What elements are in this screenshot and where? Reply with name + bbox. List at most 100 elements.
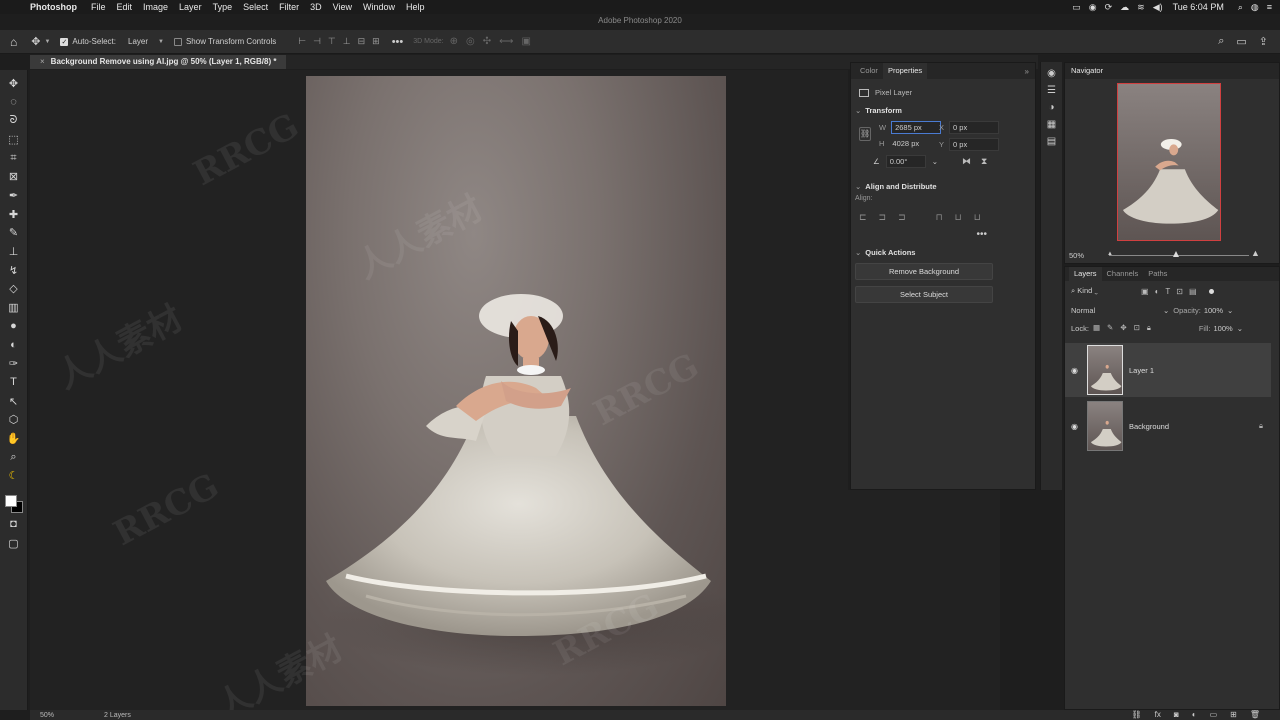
shape-tool-icon[interactable]: ⬡: [4, 410, 24, 429]
align-right-icon[interactable]: ⊤: [328, 36, 336, 47]
transform-section-header[interactable]: ⌄ Transform: [851, 106, 1035, 115]
select-subject-button[interactable]: Select Subject: [855, 286, 993, 303]
align-bottom-edges-icon[interactable]: ⊔: [974, 212, 981, 223]
menu-view[interactable]: View: [333, 2, 352, 12]
properties-panel-icon[interactable]: ☰: [1047, 85, 1056, 96]
canvas-area[interactable]: RRCG 人人素材 人人素材 RRCG RRCG RRCG 人人素材: [30, 70, 1000, 720]
lasso-tool-icon[interactable]: ᘐ: [4, 111, 24, 130]
brush-tool-icon[interactable]: ✎: [4, 224, 24, 243]
roll-3d-icon[interactable]: ◎: [466, 36, 475, 47]
workspace-icon[interactable]: ▭: [1236, 35, 1246, 48]
flip-vertical-icon[interactable]: ⧗: [981, 156, 987, 167]
type-tool-icon[interactable]: T: [4, 373, 24, 392]
document-tab[interactable]: × Background Remove using AI.jpg @ 50% (L…: [30, 55, 287, 69]
dodge-tool-icon[interactable]: ◐: [4, 336, 24, 355]
sync-icon[interactable]: ⟳: [1105, 2, 1113, 13]
auto-select-checkbox[interactable]: ✓: [60, 37, 69, 46]
blend-mode-select[interactable]: Normal: [1071, 306, 1163, 315]
zoom-in-icon[interactable]: ▲: [1251, 248, 1260, 258]
navigator-zoom-value[interactable]: 50%: [1069, 251, 1084, 260]
quick-actions-section-header[interactable]: ⌄ Quick Actions: [851, 248, 1035, 257]
link-layers-icon[interactable]: ⛓: [1132, 710, 1142, 719]
zoom-slider-handle[interactable]: [1173, 251, 1179, 257]
filter-kind-select[interactable]: ⌕ Kind ⌄: [1071, 286, 1135, 296]
filter-adjustment-icon[interactable]: ◐: [1155, 287, 1160, 296]
align-middle-icon[interactable]: ⊟: [358, 36, 366, 47]
width-input[interactable]: 2685 px: [891, 121, 942, 134]
align-vertical-centers-icon[interactable]: ⊔: [955, 212, 962, 223]
eye-icon[interactable]: ◉: [1071, 422, 1081, 431]
align-section-header[interactable]: ⌄ Align and Distribute: [851, 182, 1035, 191]
align-left-icon[interactable]: ⊢: [298, 36, 306, 47]
healing-tool-icon[interactable]: ✚: [4, 205, 24, 224]
adjustments-panel-icon[interactable]: ◑: [1048, 102, 1054, 113]
new-layer-icon[interactable]: ⊞: [1230, 710, 1237, 719]
crop-tool-icon[interactable]: ⌗: [4, 149, 24, 168]
chevron-down-icon[interactable]: ▼: [44, 39, 50, 45]
layer-row-layer-1[interactable]: ◉ Layer 1: [1065, 343, 1271, 397]
align-right-edges-icon[interactable]: ⊐: [898, 212, 906, 223]
clock[interactable]: Tue 6:04 PM: [1173, 2, 1224, 12]
object-selection-tool-icon[interactable]: ⬚: [4, 130, 24, 149]
pen-tool-icon[interactable]: ✑: [4, 354, 24, 373]
stamp-tool-icon[interactable]: ⊥: [4, 242, 24, 261]
align-left-edges-icon[interactable]: ⊏: [859, 212, 867, 223]
delete-layer-icon[interactable]: 🗑︎: [1250, 710, 1260, 719]
menu-layer[interactable]: Layer: [179, 2, 202, 12]
align-horizontal-centers-icon[interactable]: ⊐: [879, 212, 887, 223]
user-icon[interactable]: ◍: [1251, 2, 1259, 13]
scale-3d-icon[interactable]: ▣: [521, 36, 530, 47]
chevron-down-icon[interactable]: ⌄: [1237, 324, 1243, 333]
align-bottom-icon[interactable]: ⊞: [372, 36, 380, 47]
height-input[interactable]: 4028 px: [889, 138, 922, 149]
menu-type[interactable]: Type: [213, 2, 233, 12]
chevron-down-icon[interactable]: ⌄: [1227, 306, 1233, 315]
more-options-icon[interactable]: •••: [851, 229, 1035, 240]
quick-mask-icon[interactable]: ◘: [4, 515, 24, 534]
document-canvas[interactable]: [306, 76, 726, 706]
eye-icon[interactable]: ◉: [1071, 366, 1081, 375]
remove-background-button[interactable]: Remove Background: [855, 263, 993, 280]
color-panel-icon[interactable]: ◉: [1047, 68, 1056, 79]
navigator-zoom-slider[interactable]: [1109, 255, 1249, 256]
fill-input[interactable]: 100%: [1214, 324, 1233, 333]
frame-tool-icon[interactable]: ⊠: [4, 167, 24, 186]
align-top-icon[interactable]: ⊥: [343, 36, 351, 47]
chevron-down-icon[interactable]: ⌄: [932, 157, 938, 166]
cloud-icon[interactable]: ☁: [1120, 2, 1129, 13]
auto-select-target[interactable]: Layer: [124, 36, 152, 47]
menu-edit[interactable]: Edit: [117, 2, 133, 12]
chevron-down-icon[interactable]: ▼: [158, 39, 164, 45]
show-transform-checkbox[interactable]: [173, 37, 182, 46]
lock-artboard-icon[interactable]: ⊡: [1134, 323, 1140, 333]
angle-input[interactable]: 0.00°: [885, 155, 926, 168]
lock-position-icon[interactable]: ✥: [1120, 323, 1126, 333]
search-icon[interactable]: ⌕: [1218, 35, 1224, 48]
volume-icon[interactable]: ◀): [1153, 2, 1163, 13]
panel-collapse-icon[interactable]: »: [1025, 67, 1029, 76]
add-mask-icon[interactable]: ◙: [1174, 710, 1179, 719]
hand-tool-icon[interactable]: ✋: [4, 429, 24, 448]
layer-name[interactable]: Layer 1: [1129, 366, 1154, 375]
home-icon[interactable]: ⌂: [10, 35, 17, 49]
menu-window[interactable]: Window: [363, 2, 395, 12]
filter-shape-icon[interactable]: ⊡: [1176, 287, 1183, 296]
banana-icon[interactable]: ☾: [4, 466, 24, 485]
orbit-3d-icon[interactable]: ⊕: [450, 36, 458, 47]
tab-channels[interactable]: Channels: [1102, 267, 1144, 281]
swatches-panel-icon[interactable]: ▤: [1047, 136, 1056, 147]
navigator-title[interactable]: Navigator: [1065, 63, 1279, 79]
tab-color[interactable]: Color: [855, 63, 883, 79]
x-input[interactable]: 0 px: [949, 121, 1000, 134]
record-icon[interactable]: ◉: [1089, 2, 1097, 13]
eraser-tool-icon[interactable]: ◇: [4, 280, 24, 299]
zoom-out-icon[interactable]: ▲: [1107, 251, 1113, 257]
chevron-down-icon[interactable]: ⌄: [1163, 306, 1169, 315]
screen-mode-icon[interactable]: ▢: [4, 534, 24, 553]
menu-image[interactable]: Image: [143, 2, 168, 12]
path-selection-tool-icon[interactable]: ↖: [4, 392, 24, 411]
wifi-icon[interactable]: ≋: [1137, 2, 1145, 13]
filter-type-icon[interactable]: T: [1165, 287, 1170, 296]
slide-3d-icon[interactable]: ⟷: [499, 36, 513, 47]
menu-help[interactable]: Help: [406, 2, 425, 12]
